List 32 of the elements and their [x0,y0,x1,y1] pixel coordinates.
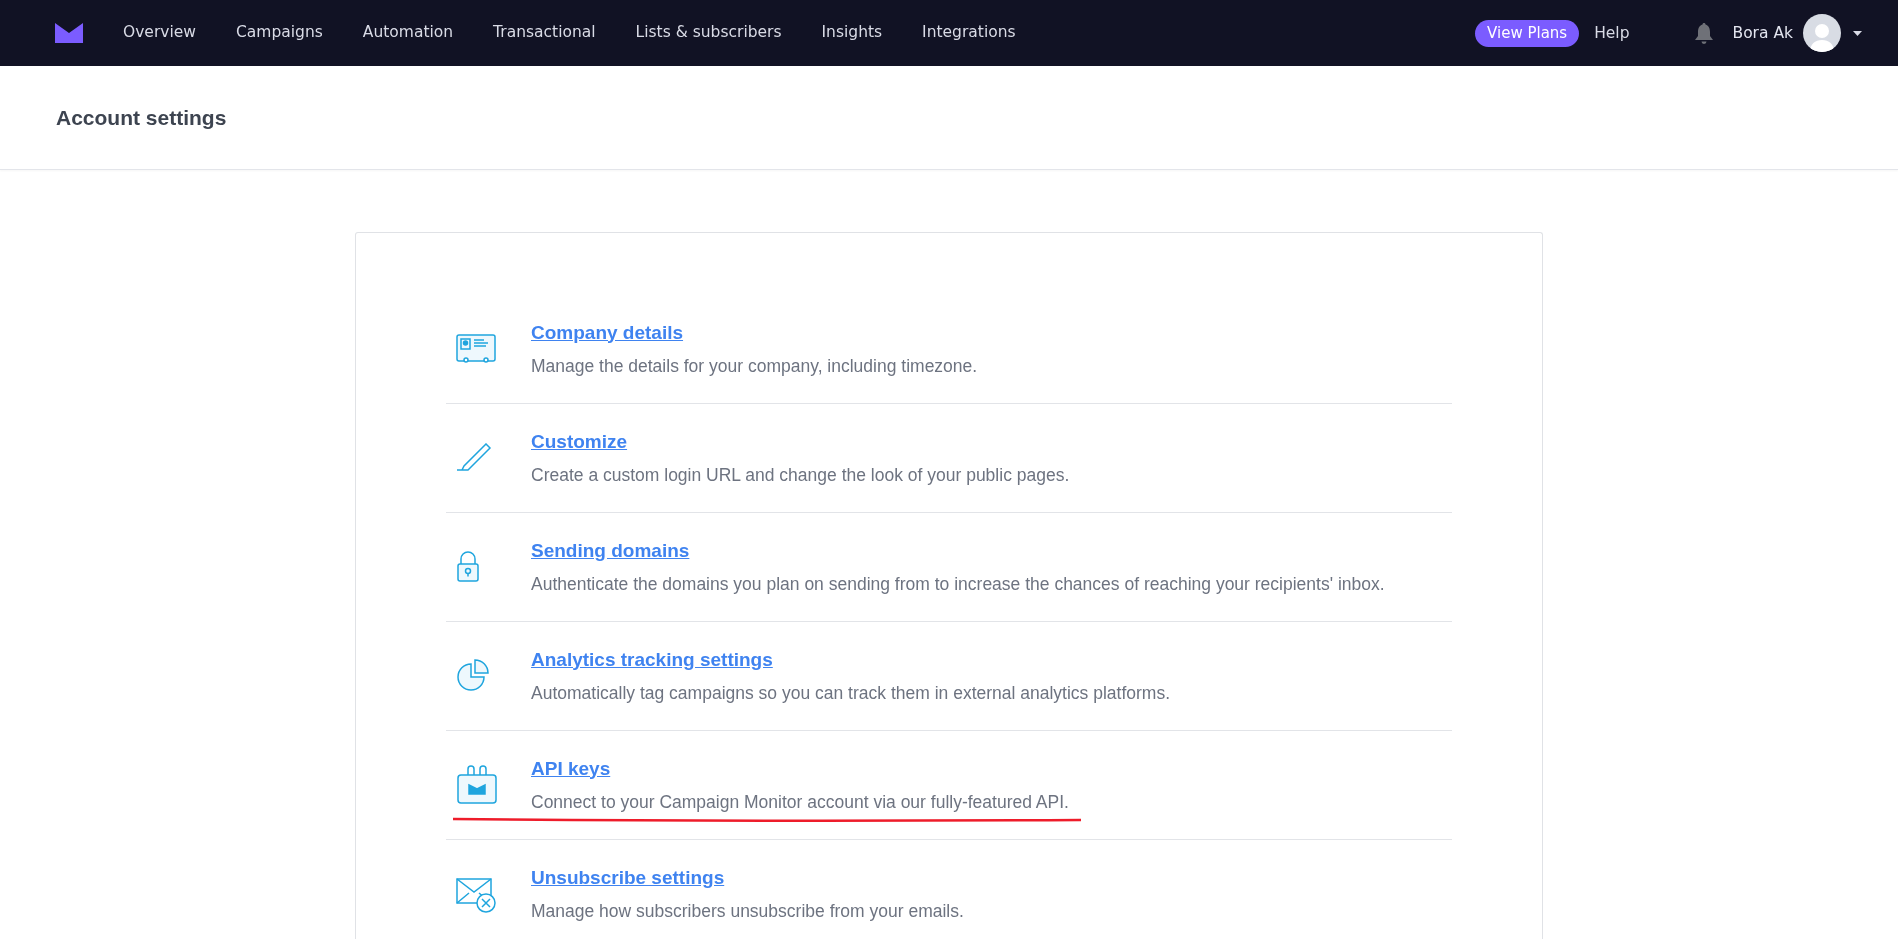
help-link[interactable]: Help [1594,24,1630,42]
nav-link[interactable]: Integrations [922,21,1016,45]
page-title: Account settings [56,105,227,130]
setting-description: Connect to your Campaign Monitor account via our fully-featured API. [531,791,1069,813]
setting-description: Create a custom login URL and change the look of your public pages. [531,464,1070,486]
avatar[interactable] [1803,14,1841,52]
setting-description: Manage the details for your company, including timezone. [531,355,978,377]
logo-icon [55,23,83,43]
pie-chart-icon [456,659,490,693]
setting-description: Manage how subscribers unsubscribe from your emails. [531,901,964,922]
setting-link[interactable]: Unsubscribe settings [531,867,725,889]
nav-link[interactable]: Insights [821,21,883,45]
setting-description: Authenticate the domains you plan on sending from to increase the chances of reaching your recipients' inbox. [531,573,1385,595]
nav-link[interactable]: Automation [362,21,454,45]
setting-link[interactable]: API keys [531,757,611,780]
nav-link[interactable]: Lists & subscribers [635,21,782,45]
user-name[interactable]: Bora Ak [1732,24,1793,42]
view-plans-button[interactable]: View Plans [1475,19,1580,47]
caret-icon[interactable] [1853,30,1862,36]
setting-link[interactable]: Analytics tracking settings [531,648,773,671]
setting-link[interactable]: Customize [531,430,628,453]
id-card-icon [456,334,496,364]
setting-link[interactable]: Sending domains [531,539,690,562]
envelope-cancel-icon [456,875,498,914]
setting-link[interactable]: Company details [531,321,684,344]
setting-description: Automatically tag campaigns so you can track them in external analytics platforms. [531,682,1171,704]
nav-link[interactable]: Overview [123,21,196,45]
nav-link[interactable]: Transactional [493,21,596,45]
padlock-icon [456,551,480,583]
bell-icon[interactable] [1694,22,1713,44]
plug-icon [456,765,498,805]
nav-link[interactable]: Campaigns [236,21,323,45]
